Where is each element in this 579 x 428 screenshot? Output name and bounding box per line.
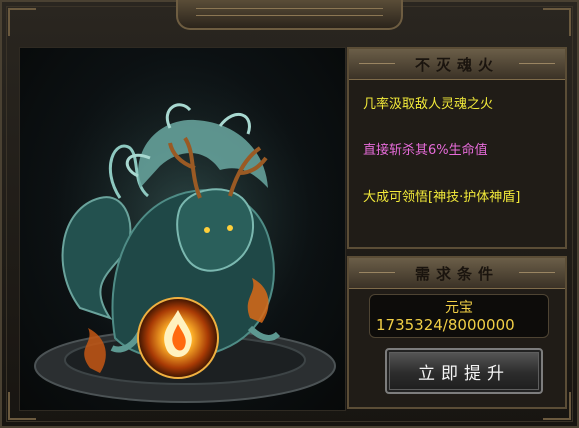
currency-label: 元宝 [445,300,473,316]
fire-orb-icon [137,297,219,379]
corner-ornament [543,8,571,36]
effect-line-2: 直接斩杀其6%生命值 [363,143,488,158]
skill-effects-panel: 不灭魂火 几率汲取敌人灵魂之火 直接斩杀其6%生命值 大成可领悟[神技·护体神盾… [347,47,567,249]
qilin-dragon-illustration [34,68,340,403]
effect-line-3: 大成可领悟[神技·护体神盾] [363,190,521,205]
corner-ornament [8,8,36,36]
cost-box: 元宝 1735324/8000000 [369,294,549,338]
top-ornament [176,0,403,30]
upgrade-button[interactable]: 立即提升 [385,348,543,394]
currency-progress: 1735324/8000000 [376,316,515,334]
skill-title: 不灭魂火 [349,49,565,80]
requirements-title: 需求条件 [349,258,565,289]
skill-artwork [19,47,346,411]
effect-line-1: 几率汲取敌人灵魂之火 [363,97,494,112]
requirements-panel: 需求条件 元宝 1735324/8000000 立即提升 [347,256,567,409]
